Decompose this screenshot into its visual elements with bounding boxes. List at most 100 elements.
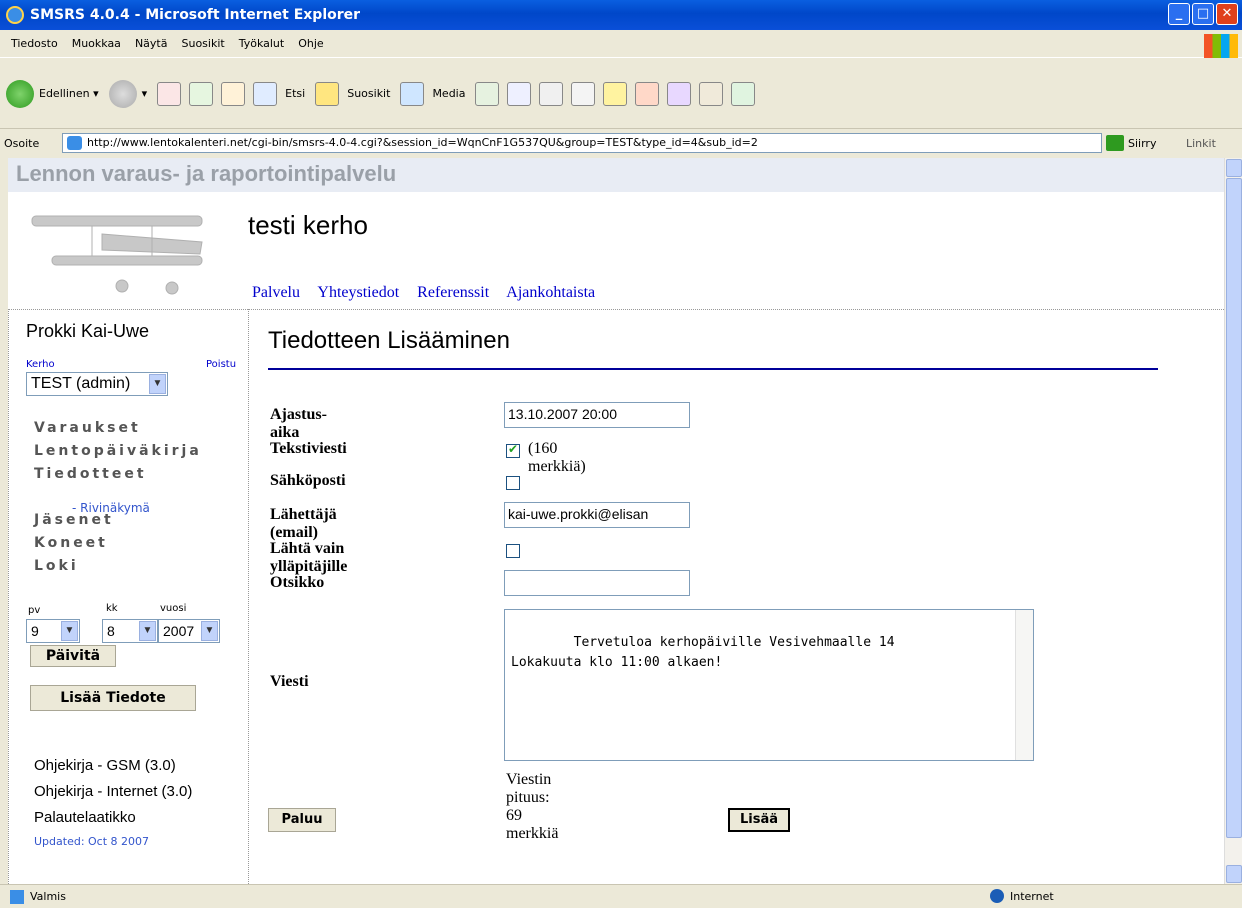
links-button[interactable]: Linkit — [1186, 137, 1216, 150]
divider — [8, 309, 9, 884]
note-icon[interactable] — [603, 81, 628, 106]
message-textarea[interactable]: Tervetuloa kerhopäiville Vesivehmaalle 1… — [504, 609, 1034, 761]
sidebar-item-varaukset[interactable]: Varaukset — [34, 420, 141, 436]
address-label: Osoite — [4, 136, 40, 150]
refresh-icon[interactable] — [189, 81, 214, 106]
month-select[interactable]: 8 ▼ — [102, 619, 158, 643]
forward-arrow-icon — [108, 79, 137, 108]
back-button[interactable]: Edellinen ▾ — [6, 79, 99, 108]
chevron-down-icon: ▼ — [201, 621, 218, 641]
add-notice-button[interactable]: Lisää Tiedote — [30, 685, 196, 711]
back-label: Edellinen — [39, 87, 90, 100]
menu-view[interactable]: Näytä — [135, 37, 168, 50]
page-scrollbar[interactable] — [1224, 158, 1242, 884]
star-icon — [315, 81, 340, 106]
browser-window: SMSRS 4.0.4 - Microsoft Internet Explore… — [0, 0, 1242, 908]
feedback-link[interactable]: Palautelaatikko — [34, 809, 136, 826]
nav-ajankohtaista[interactable]: Ajankohtaista — [506, 284, 595, 301]
menu-help[interactable]: Ohje — [298, 37, 323, 50]
favorites-label: Suosikit — [347, 87, 391, 100]
globe-icon — [990, 889, 1004, 903]
stop-icon[interactable] — [157, 81, 182, 106]
day-select[interactable]: 9 ▼ — [26, 619, 80, 643]
maximize-button[interactable]: □ — [1192, 3, 1214, 25]
scroll-up-icon[interactable] — [1226, 159, 1242, 177]
yahoo-icon[interactable] — [667, 81, 692, 106]
back-button-form[interactable]: Paluu — [268, 808, 336, 832]
messenger-icon[interactable] — [635, 81, 660, 106]
day-label: pv — [28, 605, 41, 616]
email-label: Sähköposti — [270, 472, 346, 489]
go-arrow-icon[interactable] — [1106, 135, 1124, 151]
close-button[interactable]: ✕ — [1216, 3, 1238, 25]
print-icon[interactable] — [539, 81, 564, 106]
admins-only-checkbox[interactable] — [506, 544, 520, 558]
subject-label: Otsikko — [270, 574, 325, 591]
forward-button[interactable]: ▾ — [108, 79, 147, 108]
kerho-link[interactable]: Kerho — [26, 359, 55, 370]
address-input[interactable]: http://www.lentokalenteri.net/cgi-bin/sm… — [62, 133, 1102, 153]
minimize-button[interactable]: _ — [1168, 3, 1190, 25]
message-text: Tervetuloa kerhopäiville Vesivehmaalle 1… — [511, 635, 895, 670]
year-select[interactable]: 2007 ▼ — [158, 619, 220, 643]
nav-referenssit[interactable]: Referenssit — [417, 284, 489, 301]
month-label: kk — [106, 603, 118, 614]
message-label: Viesti — [270, 673, 309, 690]
nav-yhteystiedot[interactable]: Yhteystiedot — [317, 284, 399, 301]
email-checkbox[interactable] — [506, 476, 520, 490]
windows-logo-icon — [1204, 34, 1238, 58]
media-button[interactable]: Media — [400, 81, 465, 106]
menu-tools[interactable]: Työkalut — [239, 37, 285, 50]
scroll-down-icon[interactable] — [1226, 865, 1242, 883]
logout-link[interactable]: Poistu — [206, 359, 236, 370]
sidebar-item-koneet[interactable]: Koneet — [34, 535, 108, 551]
history-icon[interactable] — [475, 81, 500, 106]
sidebar-item-tiedotteet[interactable]: Tiedotteet — [34, 466, 147, 482]
textarea-scrollbar[interactable] — [1015, 610, 1033, 760]
ie-icon — [6, 6, 24, 24]
nav-palvelu[interactable]: Palvelu — [252, 284, 300, 301]
status-text: Valmis — [30, 890, 66, 903]
chevron-down-icon: ▼ — [61, 621, 78, 641]
menu-file[interactable]: Tiedosto — [11, 37, 58, 50]
menu-favorites[interactable]: Suosikit — [181, 37, 224, 50]
page-title: Tiedotteen Lisääminen — [268, 327, 510, 354]
menu-edit[interactable]: Muokkaa — [72, 37, 121, 50]
club-name: testi kerho — [248, 210, 368, 240]
page-content: Lennon varaus- ja raportointipalvelu tes… — [8, 158, 1224, 884]
message-length: Viestin pituus: 69 merkkiä — [506, 771, 559, 842]
sidebar-item-lentopaivakirja[interactable]: Lentopäiväkirja — [34, 443, 202, 459]
add-button[interactable]: Lisää — [728, 808, 790, 832]
schedule-input[interactable]: 13.10.2007 20:00 — [504, 402, 690, 428]
favorites-button[interactable]: Suosikit — [315, 81, 391, 106]
scroll-thumb[interactable] — [1226, 178, 1242, 838]
sidebar-item-loki[interactable]: Loki — [34, 558, 79, 574]
media-icon — [400, 81, 425, 106]
help-gsm-link[interactable]: Ohjekirja - GSM (3.0) — [34, 757, 176, 774]
chevron-down-icon: ▼ — [149, 374, 166, 394]
sidebar-item-jasenet[interactable]: Jäsenet — [34, 512, 114, 528]
sender-label: Lähettäjä (email) — [270, 506, 337, 541]
subject-input[interactable] — [504, 570, 690, 596]
help-internet-link[interactable]: Ohjekirja - Internet (3.0) — [34, 783, 192, 800]
research-icon[interactable] — [699, 81, 724, 106]
security-zone: Internet — [990, 889, 1054, 903]
sender-input[interactable]: kai-uwe.prokki@elisan — [504, 502, 690, 528]
search-button[interactable]: Etsi — [253, 81, 305, 106]
home-icon[interactable] — [221, 81, 246, 106]
updated-text: Updated: Oct 8 2007 — [34, 835, 150, 848]
user-name: Prokki Kai-Uwe — [26, 321, 150, 341]
mail-icon[interactable] — [507, 81, 532, 106]
status-bar: Valmis Internet — [0, 884, 1242, 908]
go-button[interactable]: Siirry — [1128, 137, 1156, 150]
edit-icon[interactable] — [571, 81, 596, 106]
title-underline — [268, 368, 1158, 370]
group-select-value: TEST (admin) — [31, 375, 131, 392]
sms-checkbox[interactable] — [506, 442, 520, 458]
admins-only-label: Lähtä vain ylläpitäjille — [270, 540, 348, 575]
refresh-button[interactable]: Päivitä — [30, 645, 116, 667]
divider — [248, 309, 249, 884]
group-select[interactable]: TEST (admin) ▼ — [26, 372, 168, 396]
contacts-icon[interactable] — [731, 81, 756, 106]
address-url: http://www.lentokalenteri.net/cgi-bin/sm… — [87, 136, 758, 149]
